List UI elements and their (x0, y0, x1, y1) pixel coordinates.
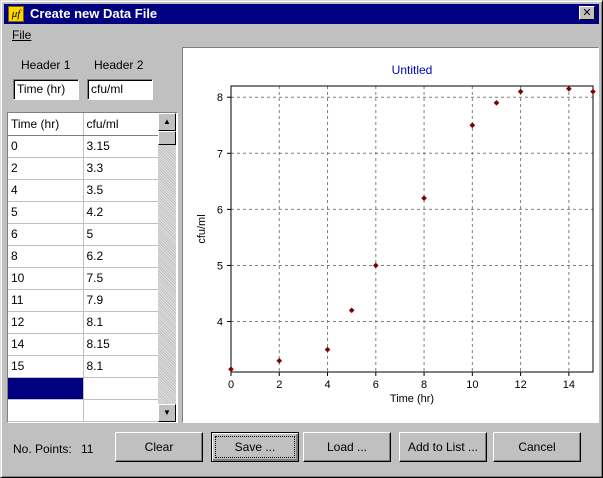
title-bar[interactable]: μf Create new Data File ✕ (4, 4, 599, 24)
cell-time[interactable]: 10 (8, 267, 84, 290)
menu-file[interactable]: File (12, 28, 31, 42)
cell-cfu[interactable]: 8.1 (83, 311, 159, 334)
table-row[interactable]: 15 8.1 (8, 355, 159, 378)
table-header-row: Time (hr) cfu/ml (8, 113, 159, 136)
cell-time[interactable]: 8 (8, 245, 84, 268)
scroll-down-button[interactable]: ▼ (158, 404, 176, 422)
y-tick-label: 7 (217, 148, 223, 160)
header2-input[interactable]: cfu/ml (87, 79, 153, 100)
data-point (421, 195, 427, 201)
data-point (276, 357, 283, 364)
empty-row[interactable] (8, 377, 159, 400)
header1-label: Header 1 (21, 58, 71, 72)
cell-time[interactable]: 0 (8, 135, 84, 158)
x-tick-label: 6 (373, 379, 379, 391)
points-count: 11 (81, 442, 94, 456)
vertical-scrollbar[interactable]: ▲ ▼ (158, 113, 176, 422)
data-point (469, 122, 476, 129)
cell-time[interactable]: 11 (8, 289, 84, 312)
table-row[interactable]: 14 8.15 (8, 333, 159, 356)
cell-cfu[interactable]: 3.3 (83, 157, 159, 180)
cell-time[interactable]: 2 (8, 157, 84, 180)
clear-button[interactable]: Clear (115, 432, 203, 462)
plot-frame (230, 85, 594, 373)
data-point (566, 85, 572, 92)
cell-time[interactable]: 5 (8, 201, 84, 224)
cell-time[interactable]: 14 (8, 333, 84, 356)
y-tick-label: 6 (217, 204, 223, 216)
app-icon: μf (8, 6, 24, 22)
data-point (348, 307, 355, 314)
data-point (228, 366, 234, 373)
chart-title: Untitled (392, 63, 433, 77)
cell-time[interactable]: 4 (8, 179, 84, 202)
x-tick-label: 8 (421, 379, 427, 391)
cell-cfu[interactable]: 8.1 (83, 355, 159, 378)
data-entry-panel: Header 1 Header 2 Time (hr) cfu/ml Time … (5, 46, 181, 424)
table-row[interactable]: 8 6.2 (8, 245, 159, 268)
cell-cfu[interactable]: 8.15 (83, 333, 159, 356)
data-point (517, 88, 524, 95)
data-point (493, 99, 500, 106)
cell-time[interactable]: 15 (8, 355, 84, 378)
x-tick-label: 2 (276, 379, 282, 391)
data-point (324, 346, 331, 353)
empty-cell[interactable] (83, 377, 159, 400)
header2-label: Header 2 (94, 58, 144, 72)
cell-cfu[interactable]: 3.5 (83, 179, 159, 202)
scatter-chart: Untitled 0 2 4 6 8 10 12 14 4 5 6 7 8 Time (hr) cfu/ml (196, 63, 596, 405)
data-table: Time (hr) cfu/ml 0 3.15 2 3.3 4 3.5 5 4.2 6 5 8 6.2… (8, 113, 159, 422)
y-axis-label: cfu/ml (196, 214, 208, 243)
table-row[interactable]: 2 3.3 (8, 157, 159, 180)
table-row[interactable]: 10 7.5 (8, 267, 159, 290)
data-point (372, 262, 379, 269)
cell-time[interactable]: 12 (8, 311, 84, 334)
cell-cfu[interactable]: 3.15 (83, 135, 159, 158)
cancel-button[interactable]: Cancel (493, 432, 581, 462)
header1-input[interactable]: Time (hr) (13, 79, 79, 100)
scroll-up-button[interactable]: ▲ (158, 113, 176, 131)
empty-row[interactable] (8, 399, 159, 422)
close-button[interactable]: ✕ (579, 6, 595, 20)
x-tick-label: 4 (324, 379, 330, 391)
y-tick-label: 8 (217, 92, 223, 104)
cell-time[interactable]: 6 (8, 223, 84, 246)
window-title: Create new Data File (30, 6, 158, 21)
scroll-thumb[interactable] (158, 131, 176, 145)
table-row[interactable]: 12 8.1 (8, 311, 159, 334)
data-grid: Time (hr) cfu/ml 0 3.15 2 3.3 4 3.5 5 4.2 6 5 8 6.2… (7, 112, 178, 423)
y-tick-label: 4 (217, 317, 223, 329)
empty-cell[interactable] (8, 399, 84, 422)
cell-cfu[interactable]: 7.5 (83, 267, 159, 290)
data-point (590, 88, 596, 95)
bottom-bar: No. Points: 11 Clear Save ... Load ... A… (5, 426, 599, 474)
column-header-time[interactable]: Time (hr) (8, 113, 84, 136)
add-to-list-button[interactable]: Add to List ... (399, 432, 487, 462)
x-tick-label: 10 (466, 379, 478, 391)
load-button[interactable]: Load ... (303, 432, 391, 462)
chart-panel: Untitled 0 2 4 6 8 10 12 14 4 5 6 7 8 Time (hr) cfu/ml (182, 47, 599, 423)
table-row[interactable]: 0 3.15 (8, 135, 159, 158)
x-axis-label: Time (hr) (390, 393, 434, 405)
points-label: No. Points: (13, 442, 72, 456)
table-row[interactable]: 11 7.9 (8, 289, 159, 312)
menu-bar: File (4, 27, 599, 45)
table-row[interactable]: 4 3.5 (8, 179, 159, 202)
column-header-cfu[interactable]: cfu/ml (83, 113, 159, 136)
cell-cfu[interactable]: 5 (83, 223, 159, 246)
cell-cfu[interactable]: 7.9 (83, 289, 159, 312)
x-tick-label: 14 (563, 379, 575, 391)
cell-cfu[interactable]: 4.2 (83, 201, 159, 224)
save-button[interactable]: Save ... (211, 432, 299, 462)
table-row[interactable]: 5 4.2 (8, 201, 159, 224)
cell-cfu[interactable]: 6.2 (83, 245, 159, 268)
empty-cell[interactable] (83, 399, 159, 422)
x-tick-label: 0 (228, 379, 234, 391)
x-tick-label: 12 (514, 379, 526, 391)
y-tick-label: 5 (217, 260, 223, 272)
create-data-file-window: μf Create new Data File ✕ File Header 1 … (0, 0, 603, 478)
table-row[interactable]: 65 (8, 223, 159, 246)
empty-cell[interactable] (8, 377, 84, 400)
